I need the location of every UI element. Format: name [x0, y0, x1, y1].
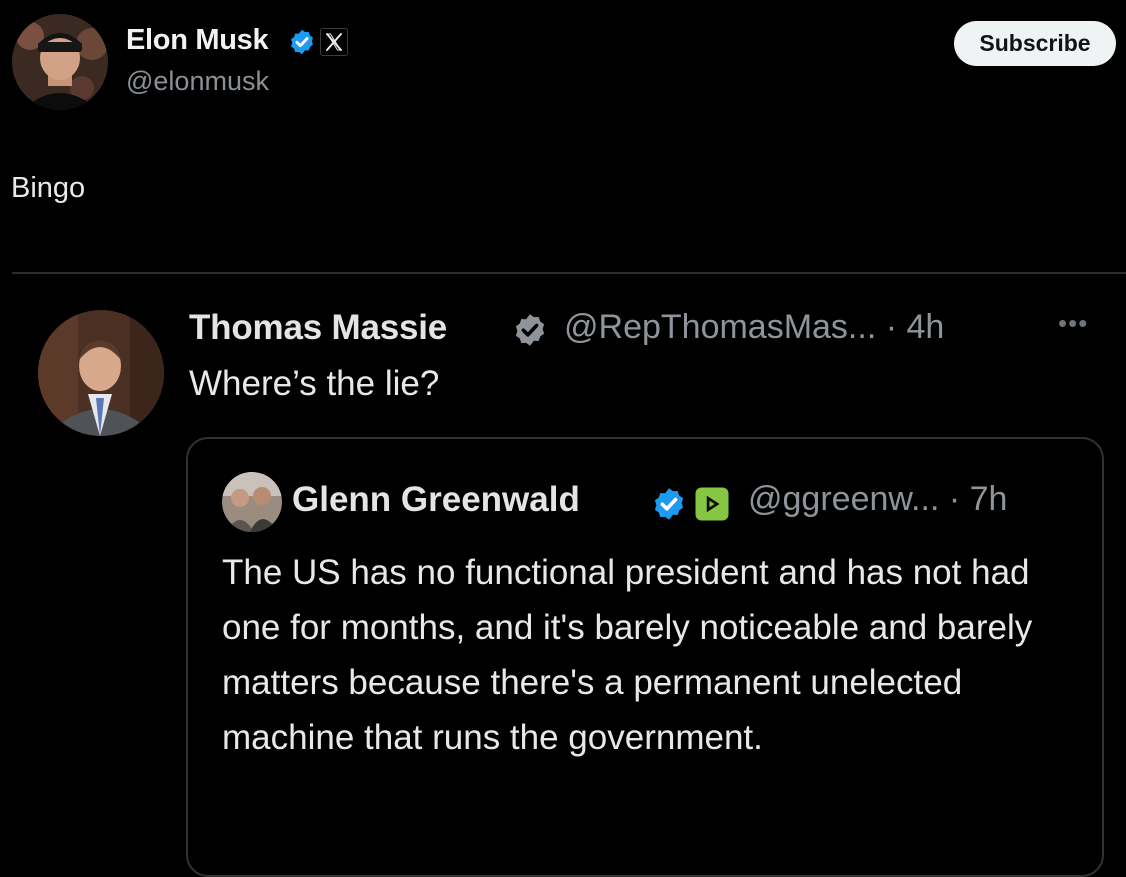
thomas-massie-avatar-image — [38, 310, 164, 436]
verified-badge-icon — [654, 488, 684, 520]
glenn-greenwald-avatar[interactable] — [222, 472, 282, 532]
rumble-icon — [695, 487, 729, 521]
embedded-quote-text: The US has no functional president and h… — [222, 553, 1033, 757]
glenn-greenwald-avatar-image — [222, 472, 282, 532]
elon-musk-avatar[interactable] — [12, 14, 108, 110]
author-handle[interactable]: @elonmusk — [126, 66, 269, 97]
quoted-author-meta[interactable]: @RepThomasMas... · 4h — [564, 308, 944, 347]
post-text: Bingo — [11, 172, 86, 204]
x-logo-icon — [320, 28, 348, 56]
more-options-icon[interactable]: ••• — [1058, 310, 1088, 336]
embedded-author-meta[interactable]: @ggreenw... · 7h — [748, 480, 1007, 519]
embedded-author-name[interactable]: Glenn Greenwald — [292, 480, 580, 520]
author-name[interactable]: Elon Musk — [126, 24, 269, 57]
quoted-author-name[interactable]: Thomas Massie — [189, 308, 447, 348]
verified-badge-icon — [291, 29, 313, 55]
elon-musk-avatar-image — [12, 14, 108, 110]
thomas-massie-avatar[interactable] — [38, 310, 164, 436]
verified-badge-icon — [515, 314, 545, 346]
subscribe-button[interactable]: Subscribe — [954, 21, 1116, 66]
divider — [12, 272, 1126, 274]
quoted-post-text: Where’s the lie? — [189, 364, 440, 403]
